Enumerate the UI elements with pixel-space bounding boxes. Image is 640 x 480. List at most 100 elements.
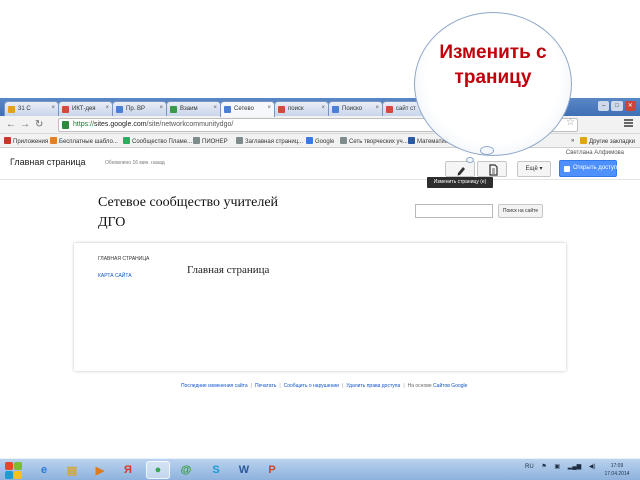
browser-tab[interactable]: Взаим × [166, 101, 221, 116]
tab-close-icon[interactable]: × [51, 105, 55, 111]
more-bookmarks-icon[interactable]: » [571, 137, 574, 145]
tab-favicon [332, 106, 339, 113]
browser-tab[interactable]: поиск × [274, 101, 329, 116]
screen-icon[interactable]: ▣ [554, 464, 560, 470]
footer-remove-access[interactable]: Удалить права доступа [346, 383, 400, 389]
bookmark-label: Сеть творческих уч... [349, 139, 408, 145]
tab-label: Пр. ВР [126, 106, 145, 112]
taskbar-skype-icon[interactable]: S [204, 461, 228, 479]
clock-time: 17:09 [610, 463, 624, 469]
footer-powered-prefix: На основе [407, 383, 432, 389]
pencil-icon [457, 167, 465, 176]
flag-icon[interactable]: ⚑ [541, 464, 546, 470]
footer-report-abuse[interactable]: Сообщить о нарушении [284, 383, 339, 389]
sites-header: Светлана Алфимова Главная страница Обнов… [0, 148, 640, 180]
tab-close-icon[interactable]: × [213, 105, 217, 111]
taskbar-ie-icon[interactable]: e [32, 461, 56, 479]
new-page-button[interactable] [477, 161, 507, 177]
menu-icon[interactable] [624, 119, 633, 128]
nav-home-link[interactable]: ГЛАВНАЯ СТРАНИЦА [98, 256, 149, 262]
lock-icon [564, 166, 570, 172]
tab-label: Сетево [234, 106, 254, 112]
reload-icon[interactable]: ↻ [35, 119, 43, 131]
footer-print[interactable]: Печатать [255, 383, 276, 389]
taskbar-yandex-icon[interactable]: Я [116, 461, 140, 479]
share-button[interactable]: Открыть доступ [559, 160, 617, 177]
edit-tooltip: Изменить страницу (e) [427, 177, 493, 188]
tab-favicon [170, 106, 177, 113]
bookmark-item[interactable]: Google [306, 137, 334, 146]
site-name: Сетевое сообщество учителей ДГО [98, 195, 279, 230]
language-indicator[interactable]: RU [525, 464, 534, 470]
bookmark-label: Сообщество Пламе... [132, 139, 193, 145]
tab-close-icon[interactable]: × [321, 105, 325, 111]
bookmark-star-icon[interactable]: ☆ [566, 117, 575, 128]
tab-favicon [62, 106, 69, 113]
bookmark-label: Google [315, 139, 335, 145]
tab-close-icon[interactable]: × [105, 105, 109, 111]
minimize-button[interactable]: – [598, 101, 610, 111]
page-updated: Обновлено 16 мин. назад [105, 160, 165, 166]
callout-text: Изменить страницу [439, 42, 547, 88]
bookmark-label: Другие закладки [589, 139, 635, 145]
site-search-button[interactable]: Поиск на сайте [498, 204, 543, 218]
bookmark-item[interactable]: Сообщество Пламе... [123, 137, 192, 146]
back-icon[interactable]: ← [6, 119, 16, 131]
bookmark-icon [123, 137, 130, 144]
footer-recent-changes[interactable]: Последние изменения сайта [181, 383, 248, 389]
taskbar-explorer-icon[interactable]: ▤ [60, 461, 84, 479]
edit-page-button[interactable] [445, 161, 475, 177]
chevron-down-icon: ▾ [539, 166, 543, 172]
footer-google-sites-link[interactable]: Сайтов Google [433, 383, 467, 389]
tab-favicon [116, 106, 123, 113]
taskbar-media-player-icon[interactable]: ▶ [88, 461, 112, 479]
taskbar-word-icon[interactable]: W [232, 461, 256, 479]
taskbar-e-client-icon[interactable]: @ [174, 461, 198, 479]
site-search-input[interactable] [415, 204, 493, 218]
tab-close-icon[interactable]: × [267, 105, 271, 111]
taskbar-chrome-icon[interactable]: ● [146, 461, 170, 479]
tab-label: Взаим [180, 106, 198, 112]
bookmark-item[interactable]: Другие закладки [580, 137, 635, 146]
bookmark-label: ПИОНЕР [202, 139, 228, 145]
taskbar-powerpoint-icon[interactable]: P [260, 461, 284, 479]
content-area [74, 243, 566, 371]
forward-icon[interactable]: → [20, 119, 30, 131]
bookmark-item[interactable]: Приложения [4, 137, 48, 146]
browser-tab[interactable]: ИКТ-дея × [58, 101, 113, 116]
signal-icon[interactable]: ▂▄▆ [568, 464, 581, 470]
user-name[interactable]: Светлана Алфимова [566, 150, 624, 156]
share-label: Открыть доступ [573, 165, 618, 171]
bookmark-icon [340, 137, 347, 144]
bookmark-item[interactable]: Сеть творческих уч... [340, 137, 408, 146]
bookmark-icon [236, 137, 243, 144]
url-scheme: https:// [73, 121, 95, 128]
browser-tab[interactable]: Сетево × [220, 101, 275, 117]
site-footer: Последние изменения сайта | Печатать | Сообщ… [181, 383, 468, 389]
tab-close-icon[interactable]: × [375, 105, 379, 111]
bookmark-icon [50, 137, 57, 144]
taskbar: RU ⚑ ▣ ▂▄▆ ◀) 17:09 17.04.2014 e ▤ ▶ Я ● @ S W P [0, 458, 640, 480]
bookmark-label: Приложения [13, 139, 49, 145]
bookmark-item[interactable]: Заглавная страниц... [236, 137, 303, 146]
clock[interactable]: 17:09 17.04.2014 [600, 462, 634, 478]
maximize-button[interactable]: □ [611, 101, 623, 111]
close-window-button[interactable]: ✕ [624, 101, 636, 111]
bookmark-icon [408, 137, 415, 144]
tab-favicon [386, 106, 393, 113]
windows-start-button[interactable] [2, 460, 24, 480]
clock-date: 17.04.2014 [604, 471, 630, 477]
browser-tab[interactable]: Поиско × [328, 101, 383, 116]
tab-close-icon[interactable]: × [159, 105, 163, 111]
bookmark-item[interactable]: ПИОНЕР [193, 137, 228, 146]
nav-sitemap-link[interactable]: КАРТА САЙТА [98, 273, 132, 279]
browser-tab[interactable]: Пр. ВР × [112, 101, 167, 116]
callout-tail-small [466, 157, 474, 163]
browser-tab[interactable]: 31 С × [4, 101, 59, 116]
bookmark-item[interactable]: Бесплатные шабло... [50, 137, 118, 146]
more-button[interactable]: Ещё ▾ [517, 161, 551, 177]
page-title: Главная страница [10, 157, 86, 167]
system-tray: RU ⚑ ▣ ▂▄▆ ◀) [525, 463, 602, 470]
volume-icon[interactable]: ◀) [589, 464, 596, 470]
main-heading: Главная страница [187, 264, 270, 276]
